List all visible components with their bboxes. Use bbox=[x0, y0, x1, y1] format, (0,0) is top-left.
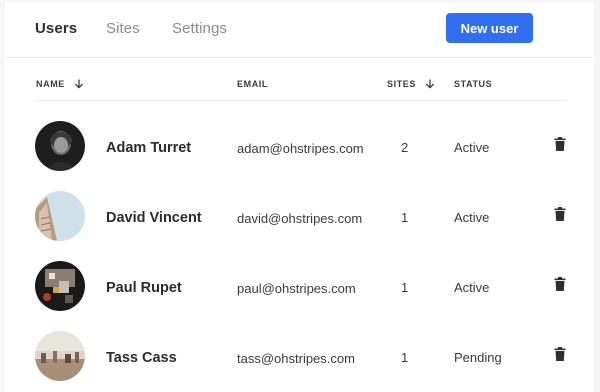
tab-sites[interactable]: Sites bbox=[106, 20, 140, 38]
user-name: Adam Turret bbox=[106, 140, 192, 156]
column-header-status-label: STATUS bbox=[454, 79, 493, 89]
user-sites-count: 1 bbox=[401, 350, 409, 365]
user-email: paul@ohstripes.com bbox=[237, 281, 356, 296]
column-header-sites[interactable]: SITES bbox=[387, 79, 435, 89]
trash-icon[interactable] bbox=[554, 347, 566, 361]
column-header-sites-label: SITES bbox=[387, 79, 417, 89]
user-status: Active bbox=[454, 140, 490, 155]
table-row: Tass Cass tass@ohstripes.com 1 Pending bbox=[5, 316, 594, 386]
column-header-email: EMAIL bbox=[237, 79, 268, 89]
user-email: adam@ohstripes.com bbox=[237, 141, 364, 156]
arrow-down-icon[interactable] bbox=[74, 79, 84, 89]
table-header: NAME EMAIL SITES STATUS bbox=[35, 59, 567, 101]
arrow-down-icon[interactable] bbox=[425, 79, 435, 89]
table-row: Paul Rupet paul@ohstripes.com 1 Active bbox=[5, 246, 594, 316]
avatar bbox=[35, 261, 85, 311]
tab-settings[interactable]: Settings bbox=[172, 20, 227, 38]
trash-icon[interactable] bbox=[554, 277, 566, 291]
user-status: Active bbox=[454, 210, 490, 225]
trash-icon[interactable] bbox=[554, 137, 566, 151]
user-status: Pending bbox=[454, 350, 502, 365]
user-sites-count: 1 bbox=[401, 210, 409, 225]
trash-icon[interactable] bbox=[554, 207, 566, 221]
user-name: Paul Rupet bbox=[106, 280, 182, 296]
top-navigation: Users Sites Settings New user bbox=[5, 3, 594, 58]
column-header-status: STATUS bbox=[454, 79, 492, 89]
user-sites-count: 1 bbox=[401, 280, 409, 295]
new-user-button[interactable]: New user bbox=[446, 13, 533, 43]
column-header-email-label: EMAIL bbox=[237, 79, 268, 89]
column-header-name-label: NAME bbox=[36, 79, 65, 89]
column-header-name[interactable]: NAME bbox=[36, 79, 84, 89]
user-email: tass@ohstripes.com bbox=[237, 351, 355, 366]
table-row: David Vincent david@ohstripes.com 1 Acti… bbox=[5, 176, 594, 246]
tab-users[interactable]: Users bbox=[35, 20, 77, 38]
users-panel: Users Sites Settings New user NAME EMAIL… bbox=[5, 3, 594, 392]
avatar bbox=[35, 331, 85, 381]
avatar bbox=[35, 121, 85, 171]
user-sites-count: 2 bbox=[401, 140, 409, 155]
avatar bbox=[35, 191, 85, 241]
user-name: Tass Cass bbox=[106, 350, 177, 366]
table-row: Adam Turret adam@ohstripes.com 2 Active bbox=[5, 106, 594, 176]
user-name: David Vincent bbox=[106, 210, 202, 226]
user-email: david@ohstripes.com bbox=[237, 211, 363, 226]
user-status: Active bbox=[454, 280, 490, 295]
